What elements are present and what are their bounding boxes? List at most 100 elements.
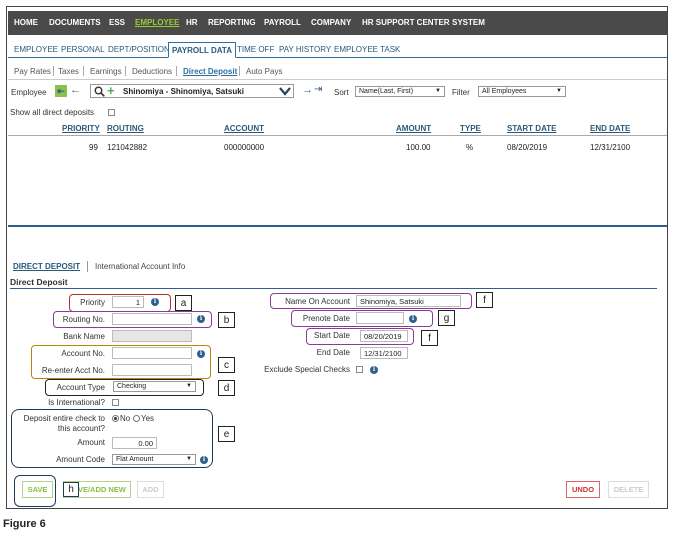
tab-payroll-data[interactable]: PAYROLL DATA	[168, 42, 237, 58]
international-checkbox[interactable]	[112, 399, 119, 406]
tab-direct-deposit[interactable]: DIRECT DEPOSIT	[13, 262, 80, 271]
col-account[interactable]: ACCOUNT	[224, 124, 264, 133]
filter-value: All Employees	[482, 88, 527, 95]
annotation-c: c	[218, 357, 235, 373]
tab-employee[interactable]: EMPLOYEE	[14, 45, 58, 54]
caret-down-icon: ▼	[435, 88, 441, 94]
end-date-label: End Date	[316, 348, 350, 357]
grid-header-divider	[8, 135, 667, 136]
cell-start-date: 08/20/2019	[507, 143, 548, 152]
subtab-divider	[125, 66, 126, 76]
tab-dept-position[interactable]: DEPT/POSITION	[108, 45, 170, 54]
highlight-account-type	[45, 379, 204, 396]
annotation-b: b	[218, 312, 235, 328]
employee-search-box[interactable]: + Shinomiya - Shinomiya, Satsuki	[90, 83, 294, 98]
subtab-deductions[interactable]: Deductions	[132, 67, 172, 76]
employee-tabs: EMPLOYEE PERSONAL DEPT/POSITION PAYROLL …	[8, 40, 667, 58]
show-all-label: Show all direct deposits	[10, 108, 95, 117]
subtab-taxes[interactable]: Taxes	[58, 67, 79, 76]
col-type[interactable]: TYPE	[460, 124, 481, 133]
sort-select[interactable]: Name(Last, First) ▼	[355, 86, 445, 97]
tab-pay-history[interactable]: PAY HISTORY	[279, 45, 331, 54]
nav-employee[interactable]: EMPLOYEE	[135, 18, 179, 27]
tab-employee-task[interactable]: EMPLOYEE TASK	[334, 45, 400, 54]
subtab-earnings[interactable]: Earnings	[90, 67, 122, 76]
exclude-special-checks-label: Exclude Special Checks	[264, 365, 350, 374]
tab-personal[interactable]: PERSONAL	[61, 45, 105, 54]
exclude-special-checks-checkbox[interactable]	[356, 366, 363, 373]
subtab-divider	[239, 66, 240, 76]
subtab-divider	[176, 66, 177, 76]
chevron-down-icon[interactable]	[279, 87, 291, 96]
highlight-priority	[69, 294, 171, 312]
nav-reporting[interactable]: REPORTING	[208, 18, 256, 27]
annotation-a: a	[175, 295, 192, 311]
annotation-f-start: f	[421, 330, 438, 346]
caret-down-icon: ▼	[556, 88, 562, 94]
sort-label: Sort	[334, 88, 349, 97]
cell-amount: 100.00	[406, 143, 431, 152]
section-title: Direct Deposit	[10, 277, 68, 287]
show-all-checkbox[interactable]	[108, 109, 115, 116]
search-icon[interactable]	[94, 86, 105, 97]
employee-value: Shinomiya - Shinomiya, Satsuki	[123, 87, 244, 96]
highlight-name-on-account	[270, 293, 472, 309]
bank-name-field	[112, 330, 192, 342]
subtab-direct-deposit[interactable]: Direct Deposit	[183, 67, 237, 76]
section-divider	[10, 288, 657, 289]
nav-system[interactable]: SYSTEM	[452, 18, 485, 27]
col-end-date[interactable]: END DATE	[590, 124, 630, 133]
nav-company[interactable]: COMPANY	[311, 18, 351, 27]
figure-caption: Figure 6	[3, 518, 46, 530]
highlight-prenote	[291, 310, 433, 327]
undo-button[interactable]: UNDO	[566, 481, 600, 498]
first-record-icon[interactable]: ⇤	[55, 85, 67, 97]
annotation-h: h	[63, 482, 79, 497]
filter-label: Filter	[452, 88, 470, 97]
nav-ess[interactable]: ESS	[109, 18, 125, 27]
exclude-info-icon[interactable]: i	[370, 366, 378, 374]
nav-hr-support-center[interactable]: HR SUPPORT CENTER	[362, 18, 450, 27]
payroll-subtabs: Pay Rates Taxes Earnings Deductions Dire…	[8, 64, 667, 80]
add-button[interactable]: ADD	[137, 481, 164, 498]
col-priority[interactable]: PRIORITY	[62, 124, 100, 133]
save-button[interactable]: SAVE	[22, 481, 53, 498]
employee-label: Employee	[11, 88, 47, 97]
annotation-g: g	[438, 310, 455, 326]
bank-name-label: Bank Name	[63, 332, 105, 341]
top-nav: HOME DOCUMENTS ESS EMPLOYEE HR REPORTING…	[8, 11, 667, 35]
annotation-e: e	[218, 426, 235, 442]
highlight-routing	[53, 311, 212, 328]
next-arrow-icon[interactable]: →	[302, 84, 313, 96]
highlight-deposit-amount	[11, 409, 213, 468]
cell-account: 000000000	[224, 143, 265, 152]
annotation-d: d	[218, 380, 235, 396]
delete-button[interactable]: DELETE	[608, 481, 649, 498]
annotation-f-name: f	[476, 292, 493, 308]
cell-type: %	[466, 143, 474, 152]
nav-payroll[interactable]: PAYROLL	[264, 18, 301, 27]
cell-routing: 121042882	[107, 143, 148, 152]
col-routing[interactable]: ROUTING	[107, 124, 144, 133]
cell-end-date: 12/31/2100	[590, 143, 631, 152]
nav-documents[interactable]: DOCUMENTS	[49, 18, 101, 27]
end-date-input[interactable]: 12/31/2100	[360, 347, 408, 359]
nav-hr[interactable]: HR	[186, 18, 198, 27]
col-amount[interactable]: AMOUNT	[396, 124, 431, 133]
subtab-divider	[53, 66, 54, 76]
international-label: Is International?	[48, 398, 105, 407]
highlight-start-date	[306, 328, 414, 345]
section-tab-divider	[87, 261, 88, 272]
subtab-pay-rates[interactable]: Pay Rates	[14, 67, 51, 76]
tab-time-off[interactable]: TIME OFF	[237, 45, 274, 54]
previous-arrow-icon[interactable]: ←	[70, 84, 81, 96]
cell-priority: 99	[89, 143, 98, 152]
col-start-date[interactable]: START DATE	[507, 124, 556, 133]
last-record-icon[interactable]: ⇥	[314, 84, 322, 95]
tab-international-account-info[interactable]: International Account Info	[95, 262, 185, 271]
nav-home[interactable]: HOME	[14, 18, 38, 27]
add-employee-icon[interactable]: +	[107, 83, 115, 98]
highlight-account	[31, 345, 211, 379]
subtab-auto-pays[interactable]: Auto Pays	[246, 67, 282, 76]
filter-select[interactable]: All Employees ▼	[478, 86, 566, 97]
